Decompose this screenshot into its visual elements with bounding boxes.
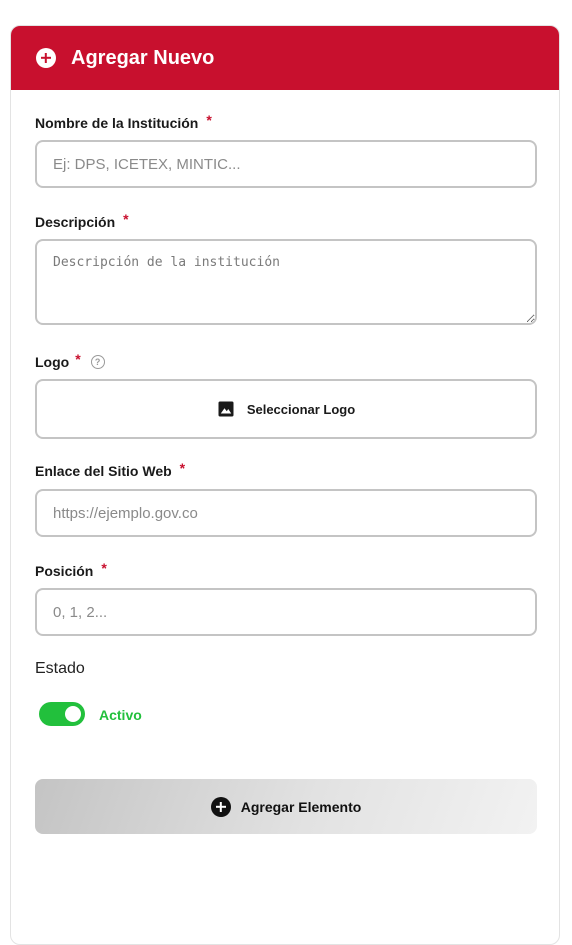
required-mark: *	[206, 112, 212, 128]
select-logo-button[interactable]: Seleccionar Logo	[35, 379, 537, 439]
add-element-button[interactable]: Agregar Elemento	[35, 779, 537, 834]
required-mark: *	[179, 460, 186, 476]
help-circle-icon[interactable]: ?	[90, 355, 105, 369]
website-label-text: Enlace del Sitio Web	[35, 463, 172, 479]
add-new-card: Agregar Nuevo Nombre de la Institución *…	[10, 25, 560, 945]
add-element-label: Agregar Elemento	[240, 798, 362, 815]
required-mark: *	[75, 351, 81, 367]
status-label: Estado	[35, 660, 85, 677]
logo-label-text: Logo	[35, 354, 70, 370]
status-toggle-label: Activo	[99, 707, 142, 723]
institution-name-input[interactable]	[35, 140, 537, 188]
card-header: Agregar Nuevo	[11, 26, 559, 90]
required-mark: *	[101, 560, 107, 576]
required-mark: *	[123, 211, 129, 227]
website-label: Enlace del Sitio Web *	[35, 460, 186, 479]
select-logo-label: Seleccionar Logo	[246, 401, 356, 417]
logo-label: Logo * ?	[35, 351, 105, 370]
description-label-text: Descripción	[35, 214, 116, 230]
position-input[interactable]	[35, 588, 537, 636]
toggle-knob	[65, 706, 81, 722]
website-url-input[interactable]	[35, 489, 537, 537]
card-title: Agregar Nuevo	[71, 46, 215, 69]
position-label-text: Posición	[35, 563, 94, 579]
institution-label: Nombre de la Institución *	[35, 112, 212, 131]
description-label: Descripción *	[35, 211, 129, 230]
plus-circle-icon	[210, 796, 231, 817]
image-icon	[218, 401, 234, 417]
plus-circle-icon	[36, 48, 56, 68]
institution-label-text: Nombre de la Institución	[35, 115, 199, 131]
status-toggle[interactable]	[39, 702, 85, 726]
description-textarea[interactable]	[35, 239, 537, 325]
position-label: Posición *	[35, 560, 107, 579]
